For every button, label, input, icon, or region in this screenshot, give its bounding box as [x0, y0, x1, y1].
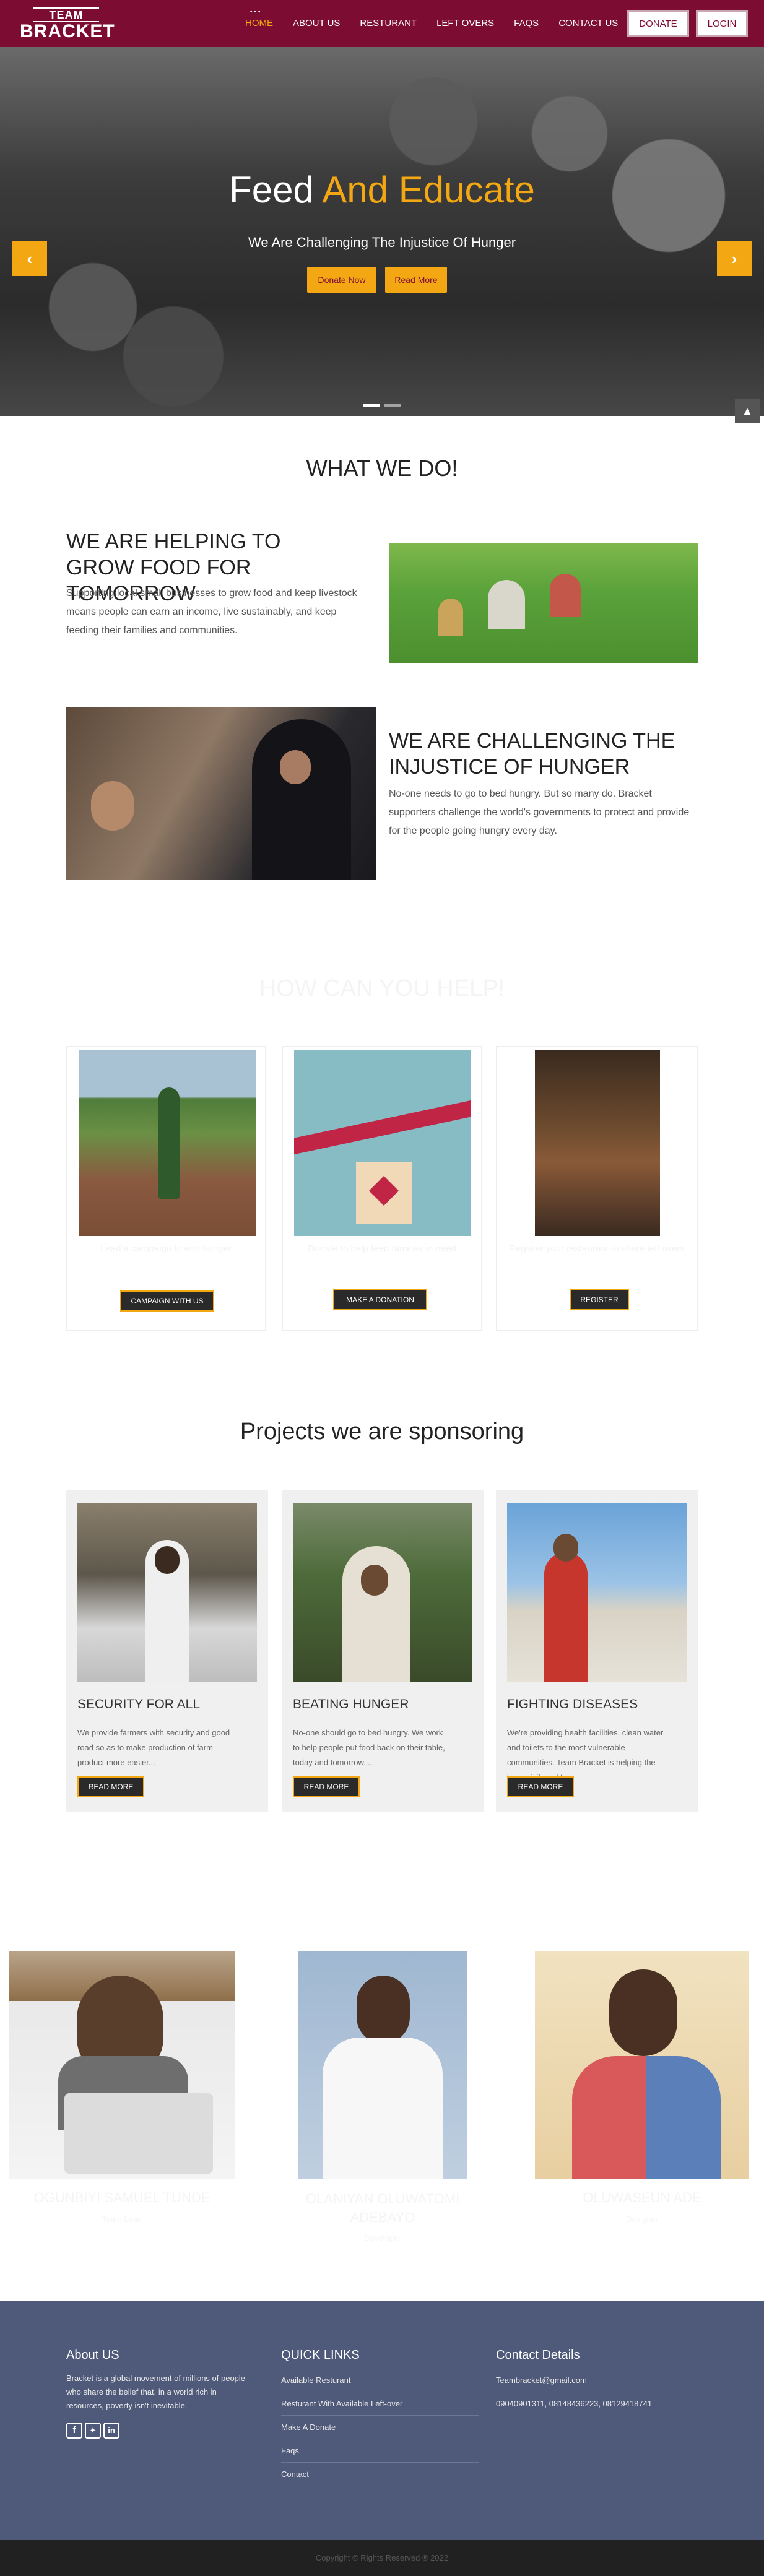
project-card-hunger: BEATING HUNGER No-one should go to bed h…: [282, 1490, 484, 1812]
nav-left-overs[interactable]: LEFT OVERS: [427, 0, 504, 47]
help-card-caption: Lead a campaign to end hunger: [100, 1243, 232, 1254]
brand-line2: BRACKET: [20, 21, 115, 41]
scroll-top-icon[interactable]: ▲: [735, 399, 760, 423]
rice-field-image: [389, 543, 698, 663]
twitter-icon[interactable]: ✦: [85, 2423, 101, 2439]
brand-line1: TEAM: [33, 7, 99, 22]
help-card-donation: Donate to help feed families in need MAK…: [282, 1046, 482, 1331]
nav-contact[interactable]: CONTACT US: [549, 0, 628, 47]
make-donation-button[interactable]: MAKE A DONATION: [333, 1289, 427, 1310]
campaign-button[interactable]: CAMPAIGN WITH US: [120, 1290, 214, 1312]
donate-now-button[interactable]: Donate Now: [307, 267, 376, 293]
copyright-bar: Copyright © Rights Reserved ® 2022: [0, 2540, 764, 2576]
project-text: We provide farmers with security and goo…: [77, 1728, 230, 1767]
project-text: No-one should go to bed hungry. We work …: [293, 1728, 445, 1767]
help-card-caption: Donate to help feed families in need: [308, 1243, 456, 1254]
nav-about[interactable]: ABOUT US: [283, 0, 350, 47]
help-card-campaign: Lead a campaign to end hunger CAMPAIGN W…: [66, 1046, 266, 1331]
project-title: SECURITY FOR ALL: [77, 1697, 201, 1711]
team-name: OGUNBIYI SAMUEL TUNDE: [33, 2190, 211, 2205]
help-card-register: Register your restaurant to share left o…: [496, 1046, 698, 1331]
read-more-button[interactable]: READ MORE: [293, 1776, 360, 1797]
help-card-caption: Register your restaurant to share left o…: [508, 1243, 685, 1254]
projects-title: Projects we are sponsoring: [240, 1419, 524, 1445]
footer-links-title: QUICK LINKS: [281, 2348, 360, 2362]
footer-email[interactable]: Teambracket@gmail.com: [496, 2375, 587, 2385]
hero-background-image: [0, 47, 764, 416]
team-name: OLANIYAN OLUWATOMI ADEBAYO: [305, 2191, 460, 2225]
feeding-children-image: [66, 707, 376, 880]
security-image: [77, 1503, 257, 1682]
team-role: Team Lead: [102, 2215, 142, 2224]
nav-resturant[interactable]: RESTURANT: [350, 0, 427, 47]
footer-link-donate[interactable]: Make A Donate: [281, 2423, 336, 2432]
hero-title-white: Feed: [229, 169, 323, 210]
footer-link-contact[interactable]: Contact: [281, 2470, 309, 2479]
carousel-indicator-2[interactable]: [384, 404, 401, 407]
project-title: BEATING HUNGER: [293, 1697, 409, 1711]
project-card-diseases: FIGHTING DISEASES We're providing health…: [496, 1490, 698, 1812]
farmer-image: [79, 1050, 256, 1236]
footer-about-text: Bracket is a global movement of millions…: [66, 2374, 246, 2410]
footer-link-faqs[interactable]: Faqs: [281, 2446, 299, 2455]
login-button[interactable]: LOGIN: [696, 10, 748, 37]
team-photo-1: [9, 1951, 235, 2179]
project-card-security: SECURITY FOR ALL We provide farmers with…: [66, 1490, 268, 1812]
hero-title-accent: And Educate: [322, 169, 535, 210]
social-icons: f ✦ in: [66, 2423, 119, 2439]
block2-title: WE ARE CHALLENGING THE INJUSTICE OF HUNG…: [389, 729, 675, 779]
nav-home[interactable]: HOME: [235, 0, 283, 47]
main-menu: HOME ABOUT US RESTURANT LEFT OVERS FAQS …: [235, 0, 628, 47]
linkedin-icon[interactable]: in: [103, 2423, 119, 2439]
top-navbar: TEAM BRACKET ••• HOME ABOUT US RESTURANT…: [0, 0, 764, 47]
team-role: Developer: [364, 2233, 401, 2242]
donation-box-image: [294, 1050, 471, 1236]
read-more-button[interactable]: Read More: [385, 267, 447, 293]
facebook-icon[interactable]: f: [66, 2423, 82, 2439]
restaurant-image: [535, 1050, 660, 1236]
hunger-image: [293, 1503, 472, 1682]
nav-faqs[interactable]: FAQS: [504, 0, 549, 47]
hero-subtitle: We Are Challenging The Injustice Of Hung…: [248, 235, 516, 250]
footer-link-available-resturant[interactable]: Available Resturant: [281, 2375, 351, 2385]
what-we-do-title: WHAT WE DO!: [306, 456, 458, 481]
carousel-indicator-1[interactable]: [363, 404, 380, 407]
footer: About US Bracket is a global movement of…: [0, 2301, 764, 2540]
diseases-image: [507, 1503, 687, 1682]
read-more-button[interactable]: READ MORE: [77, 1776, 144, 1797]
help-title: HOW CAN YOU HELP!: [259, 975, 505, 1001]
team-role: Designer: [625, 2215, 659, 2224]
hero-title: Feed And Educate: [0, 168, 764, 211]
block1-text: Supporting local small businesses to gro…: [66, 588, 357, 636]
brand-logo[interactable]: TEAM BRACKET: [20, 7, 115, 41]
register-button[interactable]: REGISTER: [570, 1289, 629, 1310]
team-photo-3: [535, 1951, 749, 2179]
carousel-prev-icon[interactable]: ‹: [12, 241, 47, 276]
footer-phones: 09040901311, 08148436223, 08129418741: [496, 2399, 653, 2408]
footer-link-left-over[interactable]: Resturant With Available Left-over: [281, 2399, 402, 2408]
read-more-button[interactable]: READ MORE: [507, 1776, 574, 1797]
footer-about-title: About US: [66, 2348, 119, 2362]
footer-contact-title: Contact Details: [496, 2348, 580, 2362]
team-photo-2: [298, 1951, 467, 2179]
donate-button[interactable]: DONATE: [627, 10, 689, 37]
block2-text: No-one needs to go to bed hungry. But so…: [389, 789, 690, 836]
carousel-next-icon[interactable]: ›: [717, 241, 752, 276]
team-name: OLUWASEUN ADE: [583, 2190, 701, 2205]
project-title: FIGHTING DISEASES: [507, 1697, 638, 1711]
hero-carousel: Feed And Educate We Are Challenging The …: [0, 47, 764, 416]
